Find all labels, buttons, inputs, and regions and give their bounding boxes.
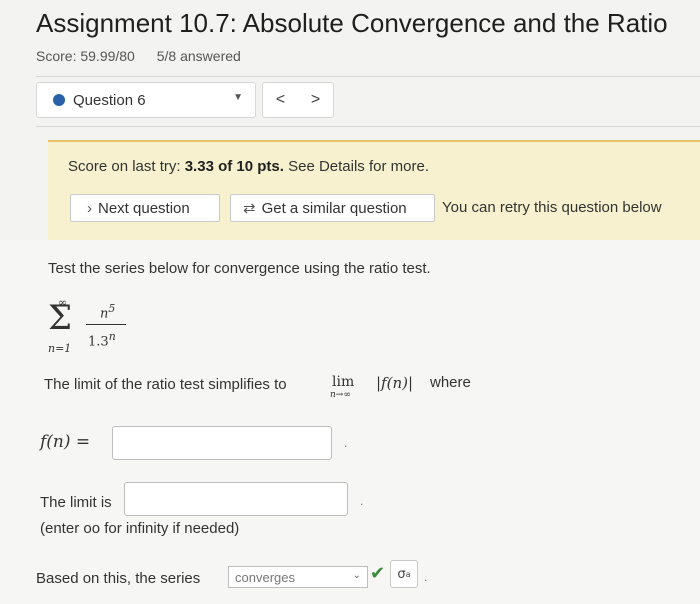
fn-label: f(n) = (40, 432, 91, 452)
score-suffix: See Details for more. (283, 158, 429, 175)
last-try-score: Score on last try: 3.33 of 10 pts. See D… (68, 158, 429, 175)
question-card (0, 240, 700, 604)
question-select[interactable]: Question 6 ▼ (36, 82, 256, 118)
sum-upper: ∞ (58, 296, 68, 309)
status-dot-icon (53, 94, 65, 106)
fraction-denominator: 1.3n (88, 330, 116, 349)
lim-expression: |f(n)| (376, 374, 414, 392)
period: . (344, 436, 348, 450)
question-nav: < > (262, 82, 334, 118)
lim-subscript: n→∞ (330, 390, 351, 400)
denominator-exponent: n (108, 330, 116, 343)
fn-input[interactable] (112, 426, 332, 460)
score-text: Score: 59.99/80 (36, 48, 135, 64)
retry-note: You can retry this question below (442, 199, 662, 216)
caret-down-icon: ▼ (233, 92, 243, 103)
instruction-text: Test the series below for convergence us… (48, 260, 431, 277)
assignment-title: Assignment 10.7: Absolute Convergence an… (36, 8, 668, 38)
limit-label: The limit is (40, 494, 112, 511)
sum-lower: n=1 (48, 342, 72, 355)
feedback-panel (48, 140, 700, 240)
period: . (360, 494, 364, 508)
next-question-arrow-button[interactable]: > (311, 91, 320, 109)
next-question-button[interactable]: › Next question (70, 194, 220, 222)
limit-statement: The limit of the ratio test simplifies t… (44, 376, 287, 393)
refresh-icon: ⇄ (243, 200, 256, 217)
limit-input[interactable] (124, 482, 348, 516)
lim-where: where (430, 374, 471, 391)
fraction-bar (86, 324, 126, 325)
lim-word: lim (332, 374, 355, 390)
question-select-label: Question 6 (73, 91, 146, 109)
period: . (424, 570, 428, 584)
score-meta: Score: 59.99/80 5/8 answered (36, 48, 259, 64)
conclusion-selected: converges (235, 569, 295, 585)
conclusion-label: Based on this, the series (36, 570, 201, 587)
answered-text: 5/8 answered (156, 48, 241, 64)
score-prefix: Score on last try: (68, 158, 185, 175)
infinity-hint: (enter oo for infinity if needed) (40, 520, 240, 537)
divider (36, 76, 700, 77)
numerator-exponent: 5 (108, 302, 116, 315)
check-icon: ✔ (370, 563, 386, 583)
fraction-numerator: n5 (100, 302, 115, 321)
divider (36, 126, 700, 127)
denominator-base: 1.3 (88, 334, 109, 350)
similar-question-label: Get a similar question (261, 199, 407, 217)
caret-down-icon: ⌄ (352, 570, 361, 581)
prev-question-button[interactable]: < (276, 91, 285, 109)
conclusion-select[interactable]: converges ⌄ (228, 566, 368, 588)
next-question-label: Next question (98, 199, 190, 217)
math-key-icon[interactable]: σa (390, 560, 418, 588)
score-bold: 3.33 of 10 pts. (184, 158, 284, 175)
chevron-right-icon: › (87, 199, 92, 217)
similar-question-button[interactable]: ⇄ Get a similar question (230, 194, 435, 222)
